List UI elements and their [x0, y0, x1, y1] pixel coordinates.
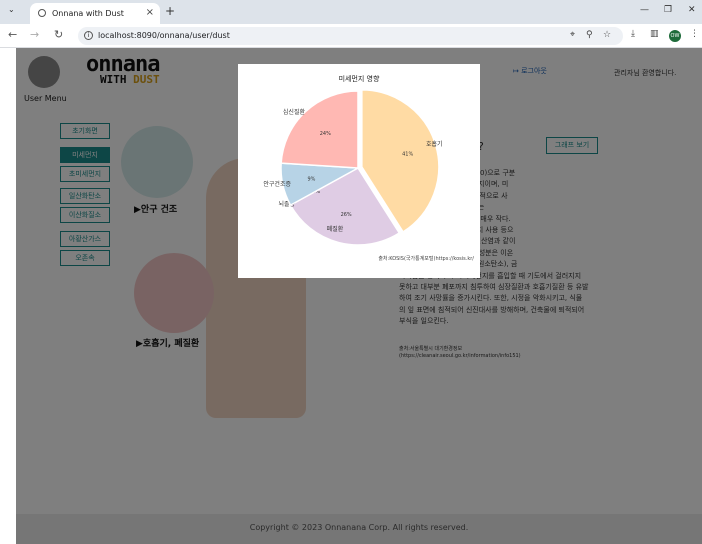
profile-avatar[interactable]: OW: [669, 30, 681, 42]
slice-category-label: 호흡기: [426, 140, 443, 148]
address-bar: ← → ↻ i localhost:8090/onnana/user/dust …: [0, 24, 702, 48]
bookmark-star-icon[interactable]: ☆: [603, 30, 611, 40]
location-icon[interactable]: ⌖: [570, 30, 575, 40]
slice-category-label: 안구건조증: [263, 180, 291, 188]
chart-source: 출처:KOSIS(국가통계포털)https://kosis.kr/: [378, 255, 474, 262]
pie-chart: 미세먼지 영향 41%호흡기26%폐질환0%뇌졸중9%안구건조증24%심신질환 …: [263, 74, 474, 262]
slice-value-label: 9%: [307, 176, 315, 182]
pie-slice[interactable]: [280, 90, 359, 169]
slice-category-label: 폐질환: [327, 225, 344, 233]
side-panel-icon[interactable]: ▥: [650, 29, 659, 39]
browser-tab[interactable]: Onnana with Dust ×: [30, 3, 160, 24]
site-info-icon[interactable]: i: [84, 31, 93, 40]
close-tab-icon[interactable]: ×: [146, 7, 154, 18]
download-icon[interactable]: ⤓: [631, 29, 635, 39]
globe-icon: [38, 9, 46, 17]
slice-value-label: 41%: [402, 152, 413, 158]
url-field[interactable]: i localhost:8090/onnana/user/dust ⌖ ⚲ ☆: [78, 27, 623, 45]
window-close-icon[interactable]: ✕: [688, 5, 696, 15]
chart-modal: 미세먼지 영향 41% 호흡기 26% 폐질환 0% 뇌졸중 9% 안구건조증 24% 심신질환 …: [238, 64, 480, 278]
restore-icon[interactable]: ❐: [664, 5, 672, 15]
minimize-icon[interactable]: —: [640, 5, 649, 15]
new-tab-icon[interactable]: +: [165, 4, 175, 18]
slice-category-label: 심신질환: [283, 108, 306, 116]
page: User Menu onnana WITH DUST ↦ 로그아웃 관리자님 환…: [16, 48, 702, 544]
chart-title: 미세먼지 영향: [339, 74, 380, 83]
forward-icon[interactable]: →: [30, 28, 39, 41]
tab-search-icon[interactable]: ⌄: [8, 5, 15, 14]
slice-value-label: 24%: [320, 131, 331, 137]
back-icon[interactable]: ←: [8, 28, 17, 41]
tab-title: Onnana with Dust: [52, 9, 124, 18]
url-text: localhost:8090/onnana/user/dust: [98, 31, 230, 40]
slice-value-label: 26%: [341, 212, 352, 218]
browser-tab-strip: ⌄ Onnana with Dust × + — ❐ ✕: [0, 0, 702, 24]
browser-menu-icon[interactable]: ⋮: [690, 29, 699, 39]
zoom-icon[interactable]: ⚲: [586, 30, 593, 40]
reload-icon[interactable]: ↻: [54, 28, 63, 41]
